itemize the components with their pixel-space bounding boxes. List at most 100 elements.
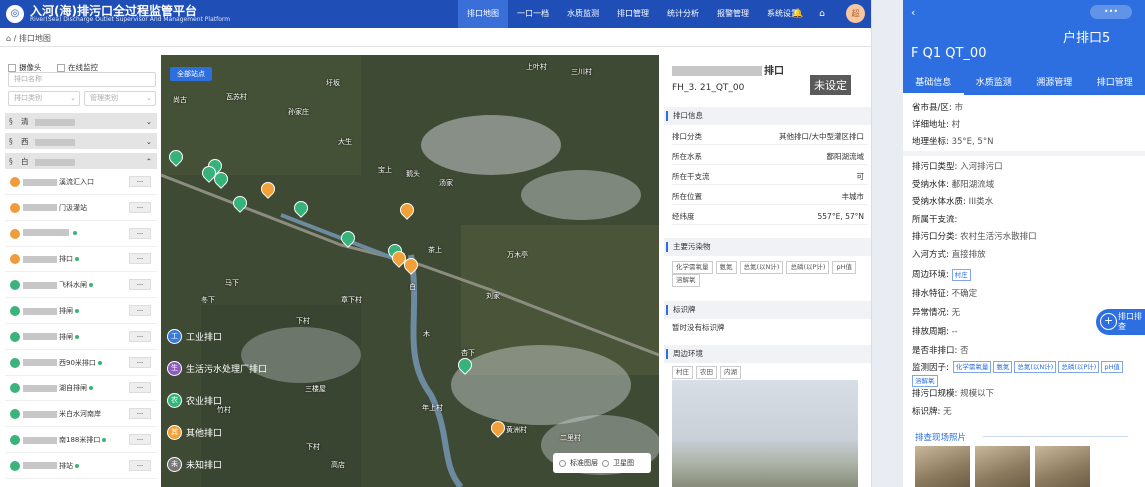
manage-type-select[interactable]: 管理类别 ⌄ <box>84 91 156 106</box>
main-nav: 排口地图 一口一档 水质监测 排口管理 统计分析 报警管理 系统设置 <box>458 0 808 28</box>
row-action-button[interactable]: --- <box>129 408 151 420</box>
mobile-field-key: 排污口规模: <box>912 389 958 399</box>
list-item-label: 溪流汇入口 <box>23 177 94 187</box>
divider <box>0 46 871 47</box>
checkbox-online[interactable] <box>57 63 65 72</box>
environment-photo[interactable] <box>672 380 858 487</box>
outlet-type-icon <box>10 409 20 420</box>
list-item[interactable]: 飞科水闸 --- <box>5 272 157 299</box>
outlet-type-icon <box>10 177 20 187</box>
row-action-button[interactable]: --- <box>129 176 151 187</box>
outlet-name-search-input[interactable]: 排口名称 <box>8 72 156 87</box>
pollutant-tag: 溶解氧 <box>672 274 700 287</box>
radio-standard-layer[interactable] <box>559 459 566 467</box>
row-action-button[interactable]: --- <box>129 382 151 394</box>
list-item[interactable]: 南188米排口 --- <box>5 427 157 453</box>
list-item[interactable]: 西90米排口 --- <box>5 350 157 376</box>
mobile-header: ‹ ••• 户排口5 F Q1 QT_00 基础信息 水质监测 溯源管理 排口管理 <box>903 0 1145 95</box>
home-icon[interactable]: ⌂ <box>815 7 829 21</box>
monitoring-factor-tag: pH值 <box>1101 361 1123 373</box>
row-action-button[interactable]: --- <box>129 356 151 368</box>
legend-item-4[interactable]: 未未知排口 <box>167 457 222 472</box>
row-action-button[interactable]: --- <box>129 201 151 213</box>
breadcrumb-current: 排口地图 <box>18 34 51 43</box>
legend-label: 其他排口 <box>186 429 223 439</box>
mobile-tab-3[interactable]: 排口管理 <box>1085 73 1145 95</box>
manage-type-placeholder: 管理类别 <box>90 94 118 102</box>
legend-item-0[interactable]: 工工业排口 <box>167 329 222 344</box>
row-action-button[interactable]: --- <box>129 279 151 291</box>
mobile-tab-2[interactable]: 溯源管理 <box>1024 73 1085 95</box>
region-group-0[interactable]: 清⌄ <box>5 113 157 130</box>
all-sites-button[interactable]: 全部站点 <box>170 67 212 81</box>
satellite-map[interactable]: 三川村 上叶村 尚古 瓦苏村 孙家庄 圩坂 大生 宝上 鹅头 汤家 万木亭 茶上 冬下 白木 刘家 马下 下村 章… <box>161 55 659 487</box>
list-item-label: 米白水河南岸 <box>23 409 101 419</box>
outlet-type-select[interactable]: 排口类别 ⌄ <box>8 91 80 106</box>
nav-tab-3[interactable]: 排口管理 <box>608 0 658 28</box>
field-key: 经纬度 <box>672 212 695 221</box>
mobile-field: 异常情况: 无 <box>912 306 960 318</box>
nav-tab-4[interactable]: 统计分析 <box>658 0 708 28</box>
mini-program-capsule[interactable]: ••• <box>1090 5 1132 19</box>
breadcrumb: ⌂ / 排口地图 <box>6 34 51 43</box>
bell-icon[interactable]: 🔔 <box>791 7 805 21</box>
nav-tab-5[interactable]: 报警管理 <box>708 0 758 28</box>
list-item-label: 排闸 <box>23 332 79 342</box>
chevron-down-icon: ⌄ <box>146 94 152 102</box>
outlet-name: 南188米排口 <box>59 436 101 444</box>
outlet-type-icon <box>10 357 20 368</box>
mobile-field-environment: 周边环境: 村庄 <box>912 268 973 283</box>
list-item[interactable]: 排闸 --- <box>5 298 157 324</box>
row-action-button[interactable]: --- <box>129 459 151 471</box>
nav-tab-0[interactable]: 排口地图 <box>458 0 508 28</box>
nav-tab-1[interactable]: 一口一档 <box>508 0 558 28</box>
home-icon[interactable]: ⌂ <box>6 34 11 43</box>
legend-item-3[interactable]: 其其他排口 <box>167 425 222 440</box>
map-place-label: 白 <box>409 283 416 291</box>
row-action-button[interactable]: --- <box>129 434 151 445</box>
field-value: 鄱阳湖流域 <box>826 152 865 161</box>
inspection-photo[interactable] <box>975 446 1030 487</box>
info-field: 排口分类 其他排口/大中型灌区排口 <box>672 128 868 145</box>
list-item[interactable]: 湖自排闸 --- <box>5 375 157 402</box>
row-action-button[interactable]: --- <box>129 305 151 316</box>
info-field: 所在水系 鄱阳湖流域 <box>672 148 868 165</box>
checkbox-camera[interactable] <box>8 63 16 72</box>
row-action-button[interactable]: --- <box>129 253 151 265</box>
inspection-photo[interactable] <box>915 446 970 487</box>
mobile-tab-0[interactable]: 基础信息 <box>903 73 964 95</box>
list-item[interactable]: 排闸 --- <box>5 324 157 350</box>
region-group-2[interactable]: 白⌃ <box>5 153 157 170</box>
list-item[interactable]: --- <box>5 221 157 247</box>
back-icon[interactable]: ‹ <box>911 6 915 19</box>
redacted-text <box>23 333 57 341</box>
region-group-1[interactable]: 西⌄ <box>5 133 157 150</box>
inspection-photo[interactable] <box>1035 446 1090 487</box>
legend-item-1[interactable]: 生生活污水处理厂排口 <box>167 361 267 376</box>
radio-satellite-layer[interactable] <box>602 459 609 467</box>
field-value: 可 <box>856 172 865 181</box>
chevron-icon: ⌄ <box>145 137 152 146</box>
list-item[interactable]: 门汲灌站 --- <box>5 195 157 221</box>
more-icon[interactable]: ••• <box>1104 7 1118 16</box>
layer-switch[interactable]: 标准图层 卫星图 <box>553 453 651 473</box>
legend-item-2[interactable]: 农农业排口 <box>167 393 222 408</box>
mobile-tab-1[interactable]: 水质监测 <box>964 73 1025 95</box>
outlet-inspection-button[interactable]: 排口排查 <box>1096 309 1145 335</box>
mobile-field-key: 排污口类型: <box>912 162 958 172</box>
mobile-field: 受纳水体水质: III类水 <box>912 195 993 207</box>
row-action-button[interactable]: --- <box>129 227 151 239</box>
row-action-button[interactable]: --- <box>129 330 151 342</box>
avatar[interactable]: 超 <box>846 4 865 23</box>
map-place-label: 下村 <box>306 443 320 451</box>
redacted-text <box>23 307 57 315</box>
info-field: 所在位置 丰城市 <box>672 188 868 205</box>
list-item[interactable]: 排口 --- <box>5 246 157 273</box>
list-item[interactable]: 溪流汇入口 --- <box>5 169 157 195</box>
nav-tab-2[interactable]: 水质监测 <box>558 0 608 28</box>
info-field: 经纬度 557°E, 57°N <box>672 208 868 225</box>
list-item[interactable]: 排站 --- <box>5 453 157 479</box>
list-item[interactable]: 米白水河南岸 --- <box>5 401 157 428</box>
redacted-text <box>23 204 57 212</box>
field-value: 557°E, 57°N <box>817 212 864 221</box>
